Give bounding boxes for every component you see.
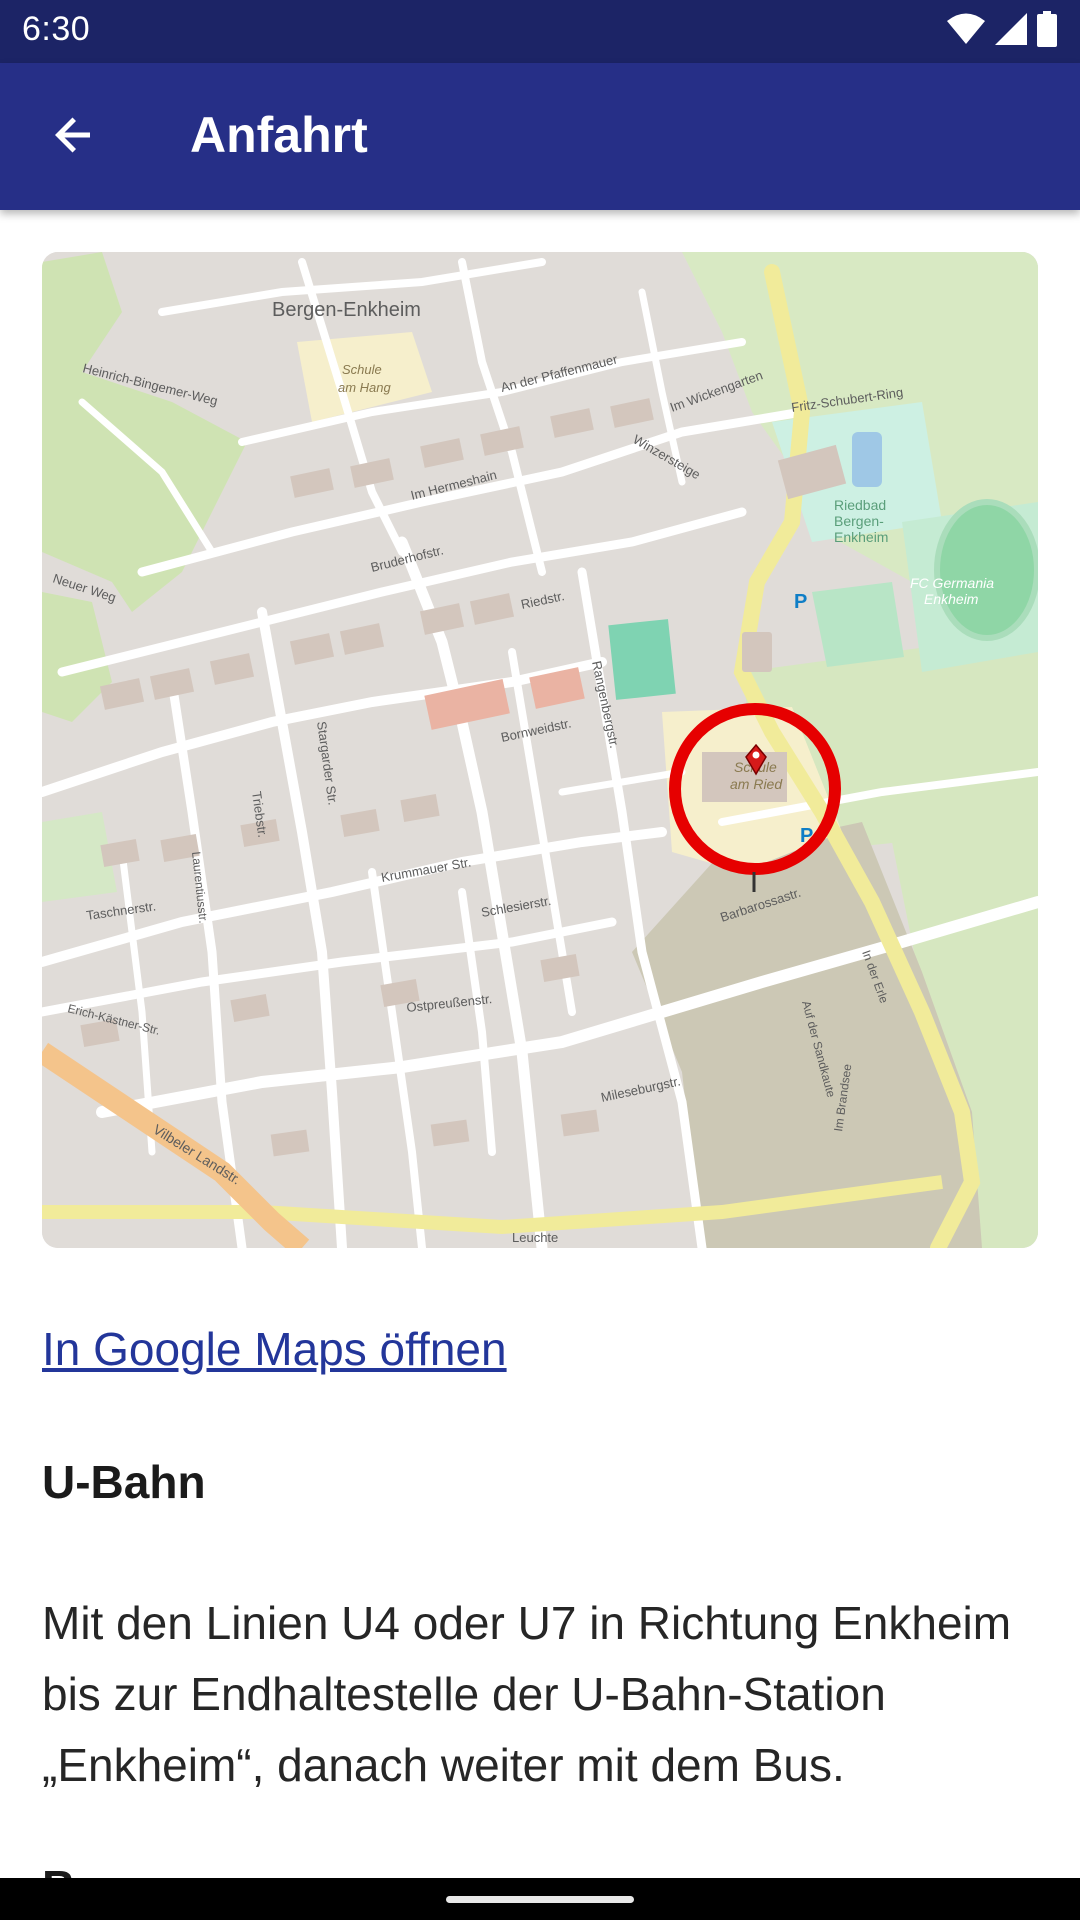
back-button[interactable]	[28, 91, 120, 183]
map-label-school-hang: Schule	[342, 362, 382, 377]
cellular-signal-icon	[994, 12, 1028, 51]
track-area	[934, 499, 1038, 641]
map-label-fc: FC Germania	[910, 575, 994, 591]
map-label-riedbad: Bergen-	[834, 513, 884, 529]
map-label-district: Bergen-Enkheim	[272, 299, 421, 321]
map-label-fc: Enkheim	[924, 591, 979, 607]
map-label-school-main: am Ried	[730, 776, 783, 792]
map-image[interactable]: Bergen-Enkheim Schule am Hang Riedbad Be…	[42, 252, 1038, 1248]
battery-icon	[1036, 10, 1058, 52]
status-bar: 6:30	[0, 0, 1080, 63]
page-title: Anfahrt	[190, 107, 368, 163]
content-scroll[interactable]: Bergen-Enkheim Schule am Hang Riedbad Be…	[0, 210, 1080, 1878]
map-label-parking: P	[794, 591, 807, 613]
map-label-school-hang: am Hang	[338, 380, 392, 395]
gesture-nav-bar	[0, 1878, 1080, 1920]
map-label-riedbad: Riedbad	[834, 497, 886, 513]
open-in-google-maps-link[interactable]: In Google Maps öffnen	[42, 1322, 507, 1376]
status-icons	[946, 10, 1058, 52]
section-heading-ubahn: U-Bahn	[42, 1456, 206, 1508]
wifi-icon	[946, 12, 986, 51]
section-heading-bus: Bus	[42, 1860, 129, 1878]
map-label-street: Leuchte	[512, 1230, 558, 1245]
app-bar: Anfahrt	[0, 63, 1080, 210]
map-label-riedbad: Enkheim	[834, 529, 888, 545]
sports-field	[608, 619, 676, 700]
home-gesture-handle[interactable]	[446, 1896, 634, 1903]
status-time: 6:30	[22, 10, 91, 48]
section-body-ubahn: Mit den Linien U4 oder U7 in Richtung En…	[42, 1597, 1012, 1791]
arrow-back-icon	[50, 111, 98, 164]
